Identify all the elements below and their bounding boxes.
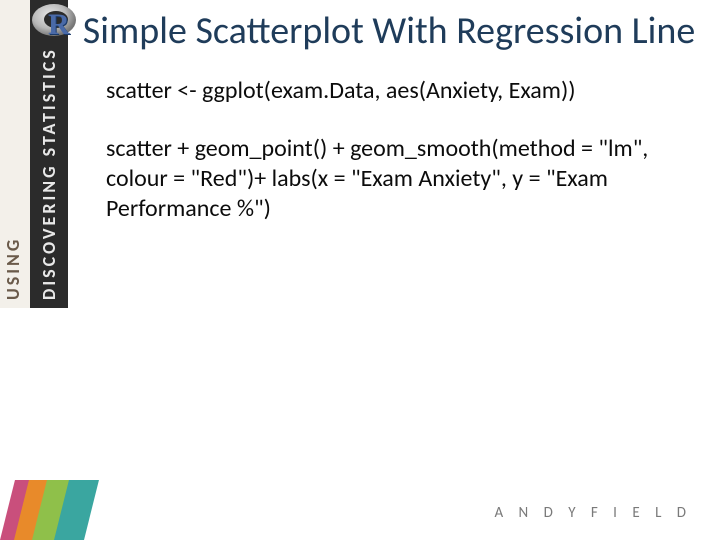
sidebar-text-using: USING <box>2 237 24 300</box>
sidebar-column-discovering: R DISCOVERING STATISTICS <box>30 0 68 308</box>
code-line-2: scatter + geom_point() + geom_smooth(met… <box>78 134 700 224</box>
footer-author: A N D Y F I E L D <box>494 504 692 522</box>
footer-color-stripe <box>0 480 100 540</box>
r-logo-icon: R <box>30 0 78 42</box>
sidebar-text-discovering: DISCOVERING STATISTICS <box>38 47 60 300</box>
slide-title: Simple Scatterplot With Regression Line <box>78 10 700 54</box>
sidebar-column-using: USING <box>0 0 30 308</box>
r-logo-letter: R <box>48 8 70 42</box>
left-sidebar: USING R DISCOVERING STATISTICS <box>0 0 68 308</box>
slide-content: Simple Scatterplot With Regression Line … <box>78 10 700 252</box>
code-line-1: scatter <- ggplot(exam.Data, aes(Anxiety… <box>78 76 700 106</box>
